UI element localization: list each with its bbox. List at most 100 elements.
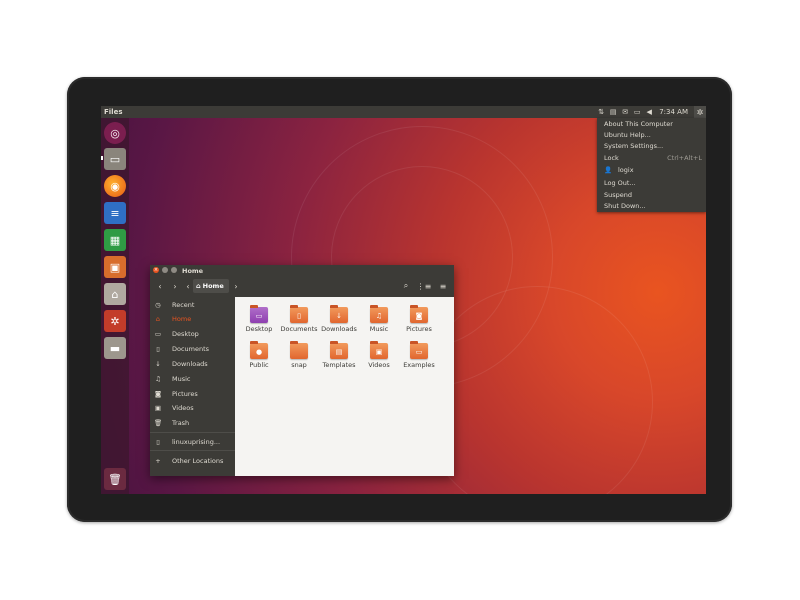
files-window: × Home ‹ › ‹ ⌂ Home › ⌕ ⋮≡ ≡ ◷ Recent ⌂ Ho… <box>150 265 454 476</box>
menu-item-help[interactable]: Ubuntu Help... <box>604 130 702 140</box>
back-button[interactable]: ‹ <box>155 280 165 292</box>
software-center-icon[interactable]: ⌂ <box>104 283 126 305</box>
sidebar-item-videos[interactable]: ▣ Videos <box>150 402 235 414</box>
sidebar-item-music[interactable]: ♫ Music <box>150 373 235 385</box>
folder-label: Public <box>249 361 269 369</box>
menu-icon[interactable]: ≡ <box>437 280 449 292</box>
network-icon[interactable]: ⇅ <box>595 106 607 118</box>
libreoffice-calc-icon[interactable]: ▦ <box>104 229 126 251</box>
folder-videos[interactable]: ▣ Videos <box>361 341 397 373</box>
active-indicator <box>101 156 103 160</box>
sidebar-item-label: Downloads <box>172 360 208 368</box>
menu-item-logout[interactable]: Log Out... <box>604 178 702 188</box>
menu-accelerator: Ctrl+Alt+L <box>667 154 702 162</box>
menu-item-shutdown[interactable]: Shut Down... <box>604 201 702 211</box>
system-settings-icon[interactable]: ✲ <box>104 310 126 332</box>
trash-icon: 🗑 <box>154 419 163 427</box>
volume-icon[interactable]: ◀ <box>643 106 655 118</box>
menu-item-about[interactable]: About This Computer <box>604 119 702 129</box>
download-glyph-icon: ↓ <box>336 312 342 320</box>
files-content: ▭ Desktop ▯ Documents ↓ Downloads ♫ Music ◙ P… <box>235 297 454 476</box>
path-right-icon[interactable]: › <box>232 280 240 292</box>
top-panel: Files ⇅ ▤ ✉ ▭ ◀ 7:34 AM ✲ <box>101 106 706 118</box>
sidebar-item-label: Home <box>172 315 192 323</box>
menu-item-system-settings[interactable]: System Settings... <box>604 141 702 151</box>
folder-label: Pictures <box>406 325 432 333</box>
breadcrumb[interactable]: ⌂ Home <box>193 279 229 293</box>
mail-icon[interactable]: ✉ <box>619 106 631 118</box>
menu-item-user[interactable]: 👤 logix <box>604 165 702 175</box>
music-glyph-icon: ♫ <box>375 312 383 320</box>
drive-icon[interactable]: ▬ <box>104 337 126 359</box>
libreoffice-impress-icon[interactable]: ▣ <box>104 256 126 278</box>
desktop-screen: Files ⇅ ▤ ✉ ▭ ◀ 7:34 AM ✲ About This Com… <box>101 106 706 494</box>
menu-item-label: Log Out... <box>604 179 636 187</box>
folder-desktop[interactable]: ▭ Desktop <box>241 305 277 337</box>
menu-item-lock[interactable]: Lock Ctrl+Alt+L <box>604 153 702 163</box>
close-icon[interactable]: × <box>153 267 159 273</box>
sidebar-item-usb-drive[interactable]: ▯ linuxuprising... <box>150 436 235 448</box>
folder-label: Videos <box>368 361 390 369</box>
path-left-icon[interactable]: ‹ <box>184 280 192 292</box>
gear-icon[interactable]: ✲ <box>694 106 706 118</box>
trash-icon[interactable]: 🗑 <box>104 468 126 490</box>
sidebar-item-desktop[interactable]: ▭ Desktop <box>150 328 235 340</box>
maximize-icon[interactable] <box>171 267 177 273</box>
user-icon: 👤 <box>604 166 613 174</box>
folder-pictures[interactable]: ◙ Pictures <box>401 305 437 337</box>
folder-label: Examples <box>403 361 435 369</box>
folder-downloads[interactable]: ↓ Downloads <box>321 305 357 337</box>
sidebar-item-label: Documents <box>172 345 210 353</box>
sidebar-item-trash[interactable]: 🗑 Trash <box>150 417 235 429</box>
folder-public[interactable]: ● Public <box>241 341 277 373</box>
video-glyph-icon: ▣ <box>375 348 383 356</box>
sidebar-item-other-locations[interactable]: + Other Locations <box>150 455 235 467</box>
folder-label: Templates <box>322 361 356 369</box>
sidebar-item-label: Other Locations <box>172 457 224 465</box>
person-glyph-icon: ● <box>255 348 263 356</box>
libreoffice-writer-icon[interactable]: ≡ <box>104 202 126 224</box>
folder-music[interactable]: ♫ Music <box>361 305 397 337</box>
folder-examples[interactable]: ▭ Examples <box>401 341 437 373</box>
firefox-icon[interactable]: ◉ <box>104 175 126 197</box>
camera-glyph-icon: ◙ <box>415 312 423 320</box>
menu-item-label: About This Computer <box>604 120 673 128</box>
home-icon: ⌂ <box>155 315 161 323</box>
video-icon: ▣ <box>154 404 162 412</box>
sidebar-item-documents[interactable]: ▯ Documents <box>150 343 235 355</box>
document-glyph-icon: ▯ <box>297 312 301 320</box>
sidebar-item-downloads[interactable]: ↓ Downloads <box>150 358 235 370</box>
desktop-icon: ▭ <box>154 330 162 338</box>
app-title: Files <box>104 107 123 116</box>
folder-snap[interactable]: snap <box>281 341 317 373</box>
sidebar-item-home[interactable]: ⌂ Home <box>150 313 235 325</box>
music-icon: ♫ <box>155 375 161 383</box>
sidebar-item-label: linuxuprising... <box>172 438 221 446</box>
folder-icon <box>290 341 308 359</box>
sidebar-item-pictures[interactable]: ◙ Pictures <box>150 388 235 400</box>
ubuntu-dash-icon[interactable]: ◎ <box>104 122 126 144</box>
menu-item-suspend[interactable]: Suspend <box>604 190 702 200</box>
folder-documents[interactable]: ▯ Documents <box>280 305 318 337</box>
sidebar-divider <box>150 432 235 433</box>
clock[interactable]: 7:34 AM <box>659 108 688 116</box>
desktop-glyph-icon: ▭ <box>255 312 263 320</box>
folder-templates[interactable]: ▤ Templates <box>321 341 357 373</box>
window-titlebar[interactable]: × Home <box>150 265 454 275</box>
menu-item-label: Shut Down... <box>604 202 646 210</box>
minimize-icon[interactable] <box>162 267 168 273</box>
forward-button[interactable]: › <box>170 280 180 292</box>
sidebar-item-label: Trash <box>172 419 190 427</box>
folder-label: Desktop <box>245 325 273 333</box>
breadcrumb-label: Home <box>202 282 224 290</box>
battery-icon[interactable]: ▭ <box>631 106 643 118</box>
view-options-icon[interactable]: ⋮≡ <box>417 280 432 292</box>
system-tray: ⇅ ▤ ✉ ▭ ◀ 7:34 AM ✲ <box>595 106 706 118</box>
sidebar-item-recent[interactable]: ◷ Recent <box>150 299 235 311</box>
sidebar-item-label: Pictures <box>172 390 198 398</box>
usb-drive-icon: ▯ <box>156 438 160 446</box>
search-icon[interactable]: ⌕ <box>400 280 412 292</box>
menu-item-label: Suspend <box>604 191 633 199</box>
files-icon[interactable]: ▭ <box>104 148 126 170</box>
keyboard-layout-icon[interactable]: ▤ <box>607 106 619 118</box>
